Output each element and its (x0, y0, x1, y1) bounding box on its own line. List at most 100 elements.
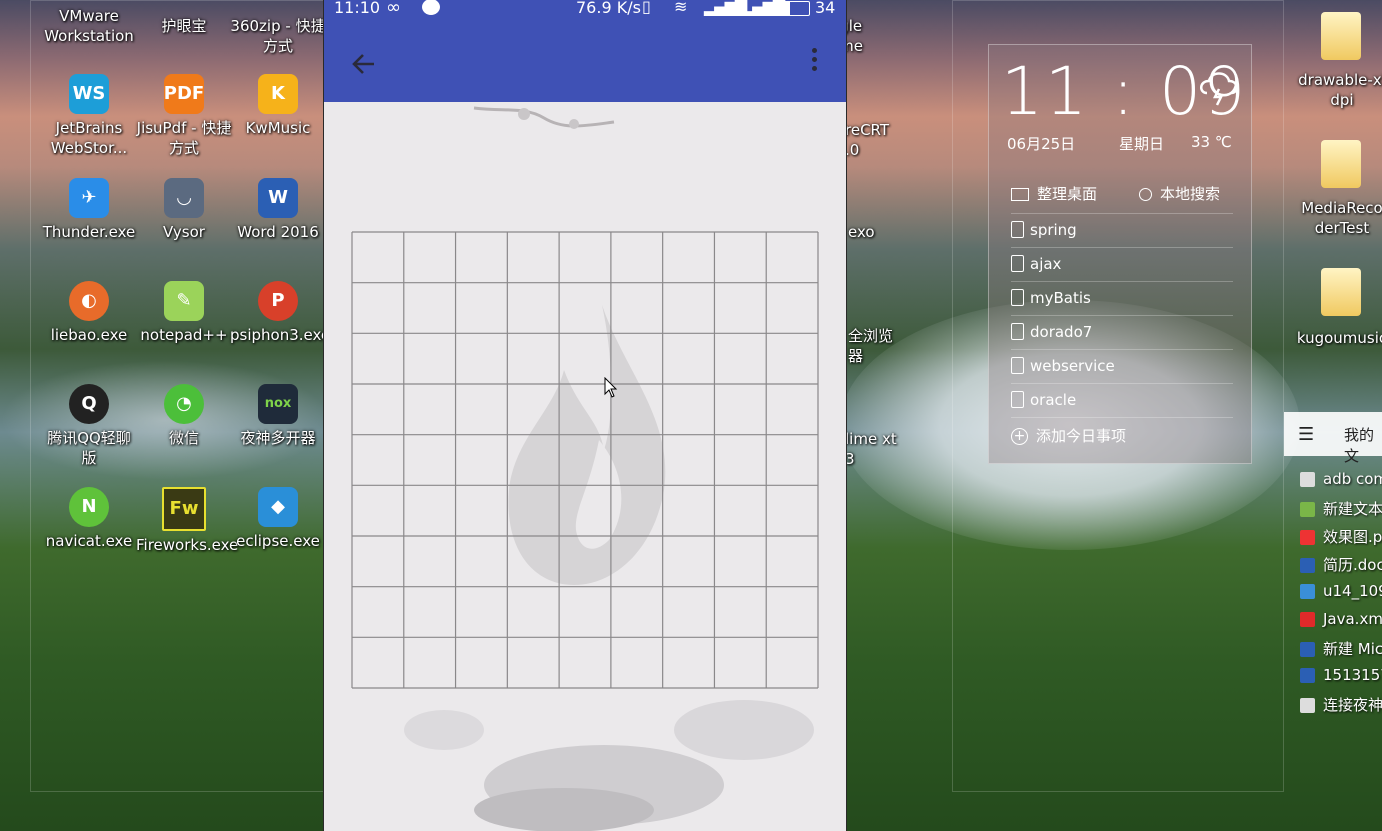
chess-board-grid[interactable] (351, 231, 819, 689)
file-item[interactable]: adb com (1300, 470, 1382, 494)
file-item[interactable]: 新建 Mic (1300, 638, 1382, 662)
desktop-icon-label: psiphon3.exe (230, 326, 331, 344)
signal-icon: ▂▄▆█ (704, 0, 747, 16)
document-icon (1011, 289, 1024, 306)
desktop-icon-label: KwMusic (245, 119, 311, 137)
local-search-button[interactable]: 本地搜索 (1139, 183, 1220, 204)
widget-item[interactable]: dorado7 (1011, 315, 1233, 350)
signal-icon-2: ▂▄▆█ (742, 0, 785, 16)
desktop-icon-label: Thunder.exe (42, 223, 136, 241)
organize-desktop-button[interactable]: 整理桌面 (1011, 183, 1097, 204)
chat-icon (422, 0, 440, 15)
widget-item[interactable]: myBatis (1011, 281, 1233, 316)
liebao-icon: ◐ (69, 281, 109, 321)
file-item[interactable]: 1513157 (1300, 666, 1382, 690)
desktop-icon-partial[interactable]: reCRT .0 (845, 120, 905, 160)
widget-item[interactable]: spring (1011, 213, 1233, 248)
weather-icon (1200, 72, 1238, 106)
file-item[interactable]: u14_109 (1300, 582, 1382, 606)
desktop-icon-label: kugoumusic (1296, 329, 1382, 347)
vysor-icon: ◡ (164, 178, 204, 218)
desktop-icon-psiphon[interactable]: P psiphon3.exe (230, 281, 330, 345)
file-item[interactable]: 连接夜神 (1300, 694, 1382, 718)
widget-item-label: myBatis (1030, 289, 1091, 307)
file-name: 简历.doc (1323, 556, 1382, 574)
word-file-icon (1300, 642, 1315, 657)
file-name: Java.xm (1323, 610, 1382, 628)
status-speed: 76.9 K/s (576, 0, 641, 17)
desktop-icon-liebao[interactable]: ◐ liebao.exe (41, 281, 137, 345)
widget-item[interactable]: ajax (1011, 247, 1233, 282)
desktop-icon-label: Word 2016 (237, 223, 319, 241)
battery-level: 34 (815, 0, 836, 17)
desktop-icon-vmware[interactable]: VMware Workstation (41, 6, 137, 46)
desktop-icon-mediarecorder[interactable]: MediaReco derTest (1292, 198, 1382, 238)
plus-circle-icon: + (1011, 428, 1028, 445)
thunder-icon: ✈ (69, 178, 109, 218)
desktop-icon-partial[interactable]: lime xt 3 (845, 429, 905, 469)
desktop-icon-label: 护眼宝 (161, 17, 207, 35)
widget-item[interactable]: oracle (1011, 383, 1233, 418)
file-item[interactable]: Java.xm (1300, 610, 1382, 634)
desktop-icon-notepad[interactable]: ✎ notepad++ (136, 281, 232, 345)
desktop-icon-wechat[interactable]: ◔ 微信 (136, 384, 232, 448)
desktop-icon-label: drawable-xl dpi (1298, 71, 1382, 109)
desktop-icon-word[interactable]: W Word 2016 (230, 178, 326, 242)
navicat-icon: N (69, 487, 109, 527)
widget-actions: 整理桌面 本地搜索 (1011, 175, 1233, 214)
widget-item[interactable]: webservice (1011, 349, 1233, 384)
desktop-icon-thunder[interactable]: ✈ Thunder.exe (41, 178, 137, 242)
search-icon (1139, 188, 1152, 201)
widget-item-label: ajax (1030, 255, 1062, 273)
desktop-icon-label: MediaReco derTest (1301, 199, 1382, 237)
fireworks-icon: Fw (162, 487, 206, 531)
file-fence-header[interactable]: ☰ 我的文 (1284, 412, 1382, 465)
desktop-icon-kugou[interactable]: kugoumusic (1292, 328, 1382, 348)
shortcut-file-icon (1300, 698, 1315, 713)
more-vert-icon[interactable] (804, 48, 824, 78)
word-file-icon (1300, 668, 1315, 683)
folder-icon (1321, 140, 1361, 188)
add-today-item-button[interactable]: + 添加今日事项 (1011, 419, 1233, 453)
desktop-icon-eclipse[interactable]: ◆ eclipse.exe (230, 487, 326, 551)
desktop-icon-partial[interactable]: 全浏览 器 (848, 326, 908, 366)
widget-item-label: dorado7 (1030, 323, 1093, 341)
file-item[interactable]: 新建文本 (1300, 498, 1382, 522)
desktop-icon-label: Vysor (163, 223, 205, 241)
desktop-icon-label: liebao.exe (50, 326, 128, 344)
ink-landscape-decoration (404, 700, 814, 831)
folder-icon (1321, 12, 1361, 60)
phone-screen: 11:10 ∞ 76.9 K/s ▯ ≋ ▂▄▆█ ▂▄▆█ 34 (323, 0, 847, 831)
image-file-icon (1300, 530, 1315, 545)
desktop-icon-nox[interactable]: nox 夜神多开器 (230, 384, 326, 448)
document-icon (1011, 323, 1024, 340)
desktop-icon-label: 微信 (168, 429, 199, 447)
desktop-icon-webstorm[interactable]: WS JetBrains WebStor... (41, 74, 137, 158)
file-item[interactable]: 效果图.p (1300, 526, 1382, 550)
desktop-icon-jisupdf[interactable]: PDF JisuPdf - 快捷方式 (136, 74, 232, 158)
file-item[interactable]: 简历.doc (1300, 554, 1382, 578)
file-name: adb com (1323, 470, 1382, 488)
add-today-item-label: 添加今日事项 (1036, 427, 1127, 445)
desktop-icon-eyecare[interactable]: 护眼宝 (136, 16, 232, 36)
desktop-icon-qq[interactable]: Q 腾讯QQ轻聊版 (41, 384, 137, 468)
desktop-icon-label: 夜神多开器 (240, 429, 316, 447)
desktop-icon-label: notepad++ (140, 326, 228, 344)
desktop-icon-navicat[interactable]: N navicat.exe (41, 487, 137, 551)
desktop-icon-360zip[interactable]: 360zip - 快捷方式 (230, 16, 326, 56)
file-name: u14_109 (1323, 582, 1382, 600)
notepad-icon: ✎ (164, 281, 204, 321)
file-name: 连接夜神 (1323, 696, 1382, 714)
desktop-icon-kwmusic[interactable]: K KwMusic (230, 74, 326, 138)
desktop-icon-vysor[interactable]: ◡ Vysor (136, 178, 232, 242)
desktop-icon-drawable[interactable]: drawable-xl dpi (1292, 70, 1382, 110)
arrow-left-icon[interactable] (350, 50, 378, 78)
file-icon (1300, 472, 1315, 487)
desktop-icon-partial[interactable]: exo (848, 222, 908, 242)
desktop-icon-label: eclipse.exe (236, 532, 320, 550)
desktop-icon-label: 腾讯QQ轻聊版 (47, 429, 131, 467)
desktop-icon-fireworks[interactable]: Fw Fireworks.exe (136, 487, 238, 555)
menu-icon[interactable]: ☰ (1298, 424, 1314, 445)
file-name: 1513157 (1323, 666, 1382, 684)
widget-item-label: spring (1030, 221, 1077, 239)
